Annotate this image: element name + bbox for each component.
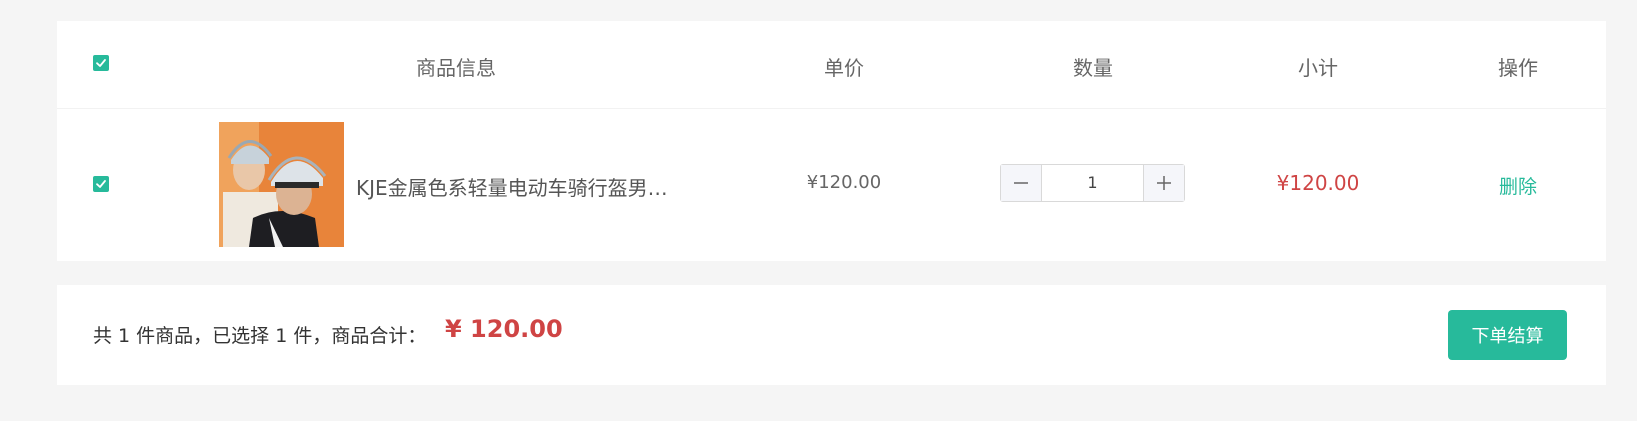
- header-product-info: 商品信息: [416, 56, 496, 80]
- total-amount: ¥ 120.00: [445, 315, 563, 343]
- cart-table: 商品信息 单价 数量 小计 操作 KJE金属色系轻量电动车骑行盔男女... ¥1…: [57, 21, 1606, 261]
- product-name[interactable]: KJE金属色系轻量电动车骑行盔男女...: [356, 172, 686, 201]
- row-subtotal: ¥120.00: [1276, 171, 1360, 195]
- checkout-button[interactable]: 下单结算: [1448, 310, 1567, 360]
- row-select-checkbox[interactable]: [93, 176, 109, 192]
- increase-button[interactable]: [1143, 165, 1184, 201]
- header-actions: 操作: [1498, 56, 1538, 80]
- header-divider: [57, 108, 1606, 109]
- header-unit-price: 单价: [824, 56, 864, 80]
- delete-link[interactable]: 删除: [1499, 172, 1537, 199]
- quantity-stepper: 1: [1000, 164, 1185, 202]
- minus-icon: [1014, 182, 1028, 184]
- select-all-checkbox[interactable]: [93, 55, 109, 71]
- product-thumbnail[interactable]: [219, 122, 344, 247]
- header-quantity: 数量: [1073, 56, 1113, 80]
- summary-bar: 共 1 件商品，已选择 1 件，商品合计： ¥ 120.00 下单结算: [57, 285, 1606, 385]
- summary-text: 共 1 件商品，已选择 1 件，商品合计：: [93, 325, 427, 347]
- check-icon: [96, 180, 106, 188]
- header-subtotal: 小计: [1298, 56, 1338, 80]
- quantity-input[interactable]: 1: [1042, 165, 1143, 201]
- product-image: [219, 122, 344, 247]
- unit-price: ¥120.00: [806, 172, 882, 193]
- plus-icon: [1157, 176, 1171, 190]
- decrease-button[interactable]: [1001, 165, 1042, 201]
- check-icon: [96, 59, 106, 67]
